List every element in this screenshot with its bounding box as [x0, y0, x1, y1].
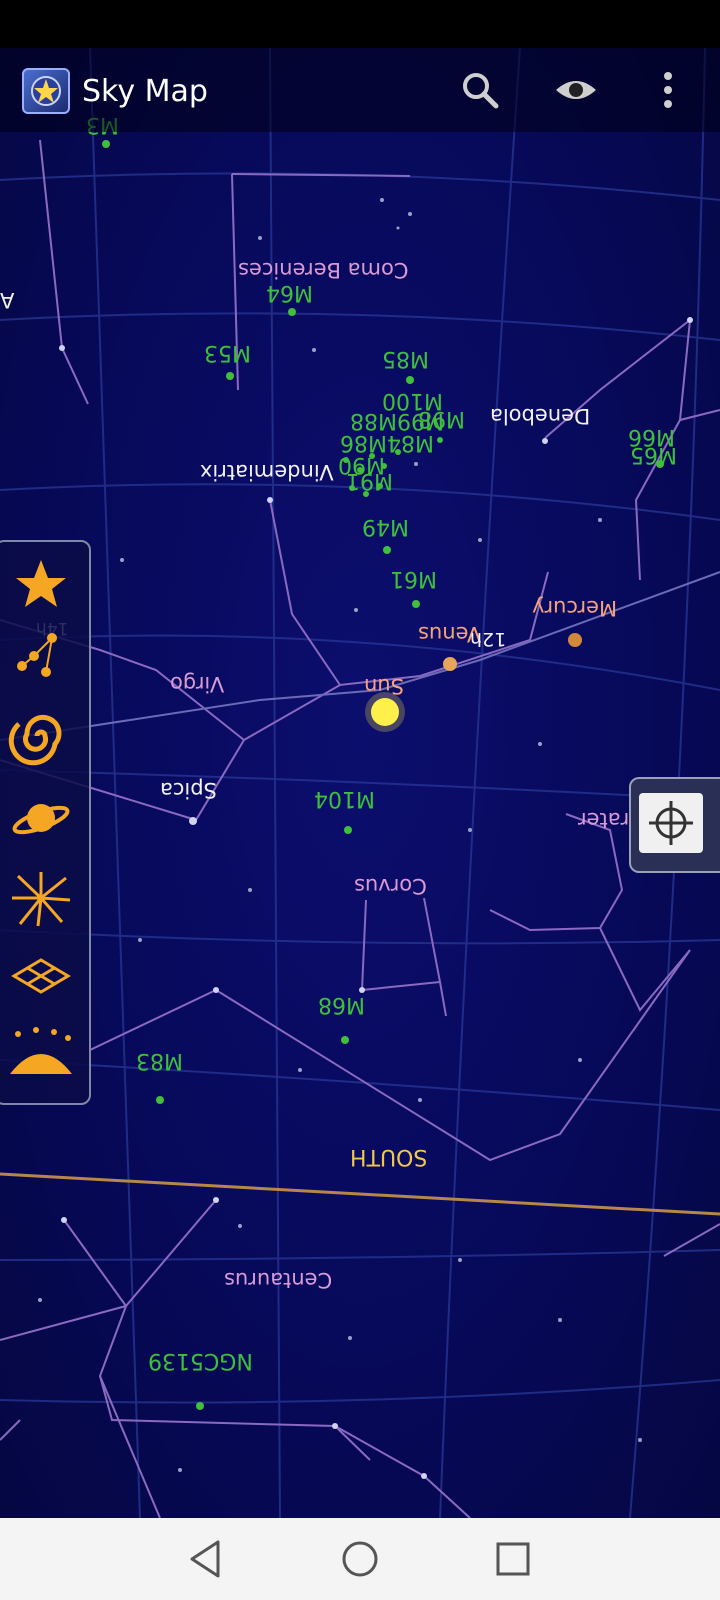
- label-12h: 12h: [470, 628, 507, 650]
- label-spica[interactable]: Spica: [160, 778, 217, 802]
- label-m65[interactable]: M65: [630, 442, 677, 467]
- label-corvus[interactable]: Corvus: [354, 874, 427, 898]
- home-icon[interactable]: [337, 1536, 383, 1582]
- status-bar: [0, 0, 720, 48]
- label-m104[interactable]: M104: [314, 786, 375, 811]
- label-m68[interactable]: M68: [318, 992, 365, 1017]
- planet-icon: [12, 804, 70, 835]
- star-icon: [16, 560, 66, 607]
- label-m49[interactable]: M49: [362, 514, 409, 539]
- crosshair-icon: [639, 793, 703, 853]
- label-denebola[interactable]: Denebola: [490, 404, 590, 428]
- label-m85[interactable]: M85: [382, 346, 429, 371]
- back-icon[interactable]: [184, 1536, 230, 1582]
- sky-map-canvas[interactable]: M3 A Coma Berenices M64 M53 M85 M100 M98…: [0, 48, 720, 1518]
- constellations-layer-button[interactable]: [8, 626, 74, 686]
- recents-icon[interactable]: [490, 1536, 536, 1582]
- label-sun[interactable]: Sun: [364, 674, 404, 698]
- stars-layer-button[interactable]: [8, 554, 74, 614]
- label-vindemiatrix[interactable]: Vindemiatrix: [200, 460, 334, 484]
- grid-layer-button[interactable]: [8, 946, 74, 1006]
- meteor-showers-layer-button[interactable]: [8, 868, 74, 928]
- more-vert-icon[interactable]: [646, 68, 690, 112]
- label-coma-berenices[interactable]: Coma Berenices: [238, 258, 408, 282]
- sky-map-logo-icon: [22, 68, 70, 114]
- horizon-layer-button[interactable]: [8, 1024, 74, 1084]
- app-title: Sky Map: [82, 74, 208, 109]
- constellation-icon: [17, 633, 57, 677]
- layer-panel: [0, 540, 91, 1105]
- eye-icon[interactable]: [554, 68, 598, 112]
- label-m83[interactable]: M83: [136, 1048, 183, 1073]
- search-icon[interactable]: [458, 68, 502, 112]
- label-m64[interactable]: M64: [266, 280, 313, 305]
- grid-icon: [11, 958, 71, 994]
- label-m91[interactable]: M91: [346, 468, 393, 493]
- galaxy-icon: [8, 714, 62, 766]
- horizon-icon: [10, 1027, 72, 1074]
- messier-layer-button[interactable]: [8, 706, 74, 766]
- system-navigation-bar: [0, 1518, 720, 1600]
- label-mercury[interactable]: Mercury: [532, 596, 617, 620]
- app-bar: Sky Map: [0, 48, 720, 132]
- label-virgo[interactable]: Virgo: [170, 672, 224, 696]
- label-ngc5139[interactable]: NGC5139: [148, 1348, 253, 1373]
- manual-mode-toggle-button[interactable]: [629, 777, 720, 873]
- label-m53[interactable]: M53: [204, 340, 251, 365]
- planets-layer-button[interactable]: [8, 788, 74, 848]
- label-south: SOUTH: [350, 1144, 428, 1169]
- label-a-edge: A: [0, 288, 15, 312]
- label-m61[interactable]: M61: [390, 566, 437, 591]
- label-centaurus[interactable]: Centaurus: [224, 1268, 332, 1292]
- meteor-shower-icon: [12, 872, 71, 927]
